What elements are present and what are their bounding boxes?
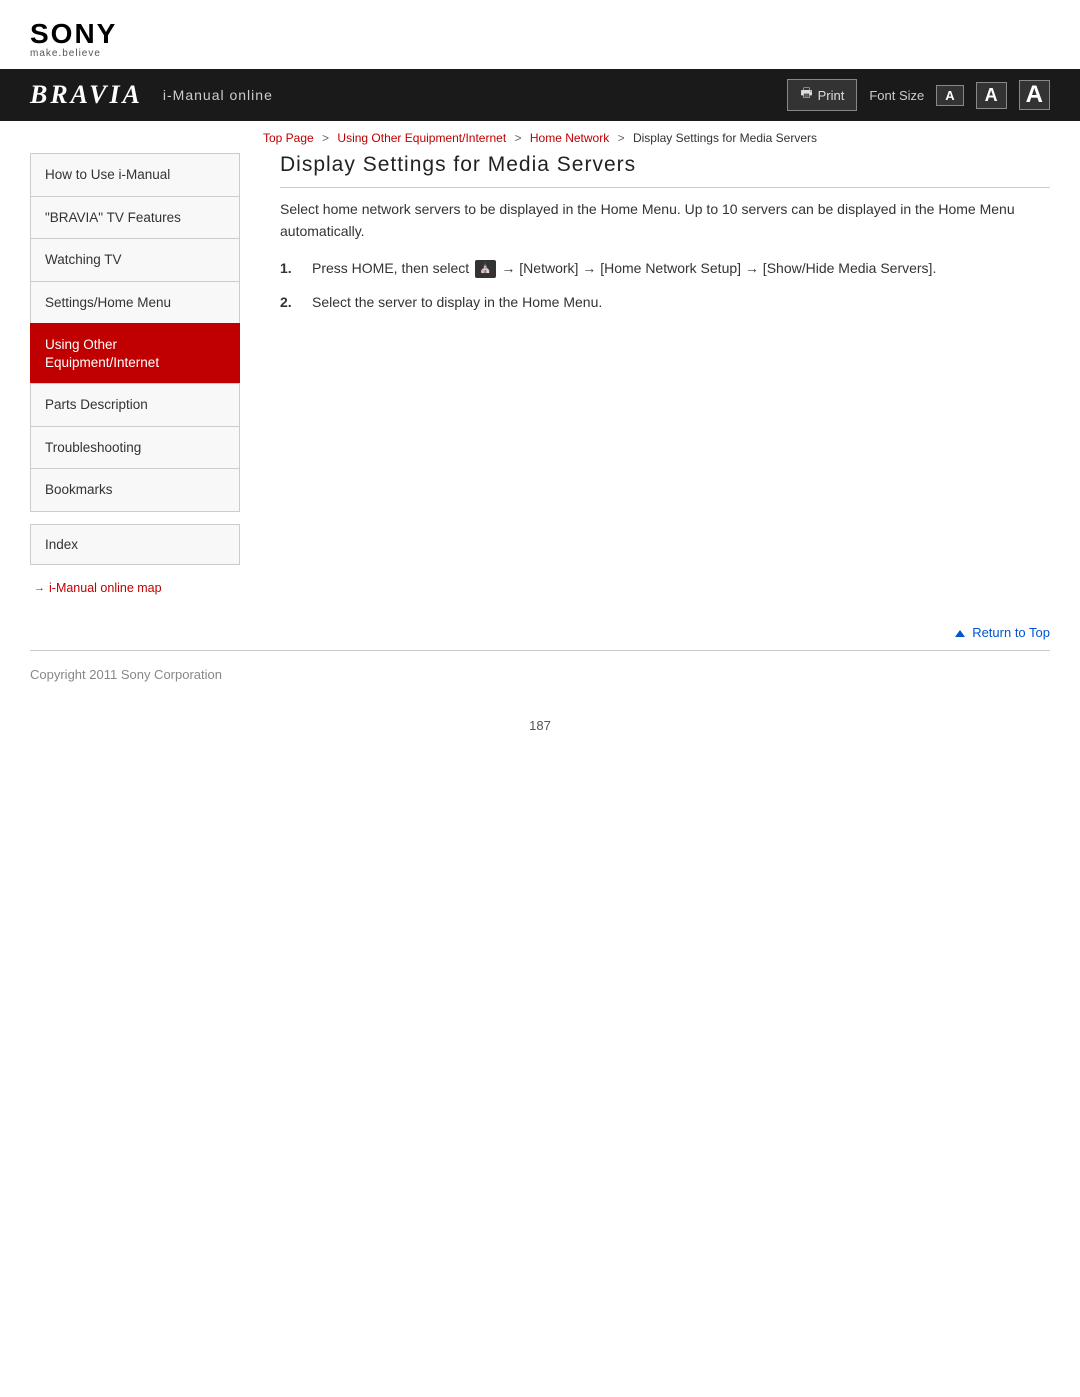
footer: Copyright 2011 Sony Corporation	[0, 651, 1080, 698]
imanual-map-label: i-Manual online map	[49, 581, 162, 595]
sidebar-item-troubleshooting[interactable]: Troubleshooting	[30, 426, 240, 469]
arrow-icon: →	[34, 582, 45, 594]
sidebar-item-parts[interactable]: Parts Description	[30, 383, 240, 426]
font-large-button[interactable]: A	[1019, 80, 1050, 110]
step-2-text: Select the server to display in the Home…	[312, 291, 1050, 313]
sidebar-item-watching-tv[interactable]: Watching TV	[30, 238, 240, 281]
breadcrumb: Top Page > Using Other Equipment/Interne…	[0, 121, 1080, 153]
bravia-logo: BRAVIA	[30, 80, 143, 110]
sidebar-item-bookmarks[interactable]: Bookmarks	[30, 468, 240, 512]
top-bar: SONY make.believe	[0, 0, 1080, 69]
sidebar-spacer	[30, 512, 240, 524]
network-icon: ⛪	[475, 260, 495, 278]
breadcrumb-sep2: >	[515, 131, 522, 145]
steps-list: 1. Press HOME, then select ⛪ → [Network]…	[280, 257, 1050, 314]
font-small-button[interactable]: A	[936, 85, 963, 106]
sidebar-map-link[interactable]: → i-Manual online map	[30, 581, 240, 595]
breadcrumb-top-page[interactable]: Top Page	[263, 131, 314, 145]
breadcrumb-sep3: >	[618, 131, 625, 145]
sidebar-item-settings[interactable]: Settings/Home Menu	[30, 281, 240, 324]
breadcrumb-link1[interactable]: Using Other Equipment/Internet	[337, 131, 506, 145]
sidebar-item-using-other[interactable]: Using Other Equipment/Internet	[30, 323, 240, 383]
content-area: Display Settings for Media Servers Selec…	[240, 153, 1050, 595]
sidebar-item-bravia-tv[interactable]: "BRAVIA" TV Features	[30, 196, 240, 239]
step-1-text: Press HOME, then select ⛪ → [Network] → …	[312, 257, 1050, 279]
breadcrumb-sep1: >	[322, 131, 329, 145]
sony-logo: SONY make.believe	[30, 18, 117, 59]
intro-text: Select home network servers to be displa…	[280, 198, 1050, 243]
page-title: Display Settings for Media Servers	[280, 153, 1050, 188]
bravia-subtitle: i-Manual online	[163, 87, 273, 103]
bravia-left: BRAVIA i-Manual online	[30, 80, 273, 110]
triangle-up-icon	[955, 630, 965, 637]
breadcrumb-current: Display Settings for Media Servers	[633, 131, 817, 145]
sidebar-item-index[interactable]: Index	[30, 524, 240, 565]
print-icon: 🖶	[800, 84, 812, 106]
return-to-top-link[interactable]: Return to Top	[955, 625, 1050, 640]
bravia-bar: BRAVIA i-Manual online 🖶 Print Font Size…	[0, 69, 1080, 121]
return-to-top-bar: Return to Top	[0, 615, 1080, 650]
copyright-text: Copyright 2011 Sony Corporation	[30, 667, 222, 682]
step-1-num: 1.	[280, 257, 302, 279]
sony-logo-text: SONY	[30, 18, 117, 50]
step-2: 2. Select the server to display in the H…	[280, 291, 1050, 313]
step-2-num: 2.	[280, 291, 302, 313]
content-body: Select home network servers to be displa…	[280, 198, 1050, 314]
return-to-top-label: Return to Top	[972, 625, 1050, 640]
print-button[interactable]: 🖶 Print	[787, 79, 857, 111]
bravia-right: 🖶 Print Font Size A A A	[787, 79, 1050, 111]
imanual-map-link[interactable]: → i-Manual online map	[34, 581, 240, 595]
sidebar-item-how-to-use[interactable]: How to Use i-Manual	[30, 153, 240, 196]
main-layout: How to Use i-Manual "BRAVIA" TV Features…	[0, 153, 1080, 615]
font-size-label: Font Size	[869, 88, 924, 103]
sidebar: How to Use i-Manual "BRAVIA" TV Features…	[30, 153, 240, 595]
sony-tagline: make.believe	[30, 48, 101, 59]
font-medium-button[interactable]: A	[976, 82, 1007, 109]
breadcrumb-link2[interactable]: Home Network	[530, 131, 609, 145]
print-label: Print	[818, 88, 845, 103]
step-1: 1. Press HOME, then select ⛪ → [Network]…	[280, 257, 1050, 279]
page-number: 187	[0, 698, 1080, 753]
